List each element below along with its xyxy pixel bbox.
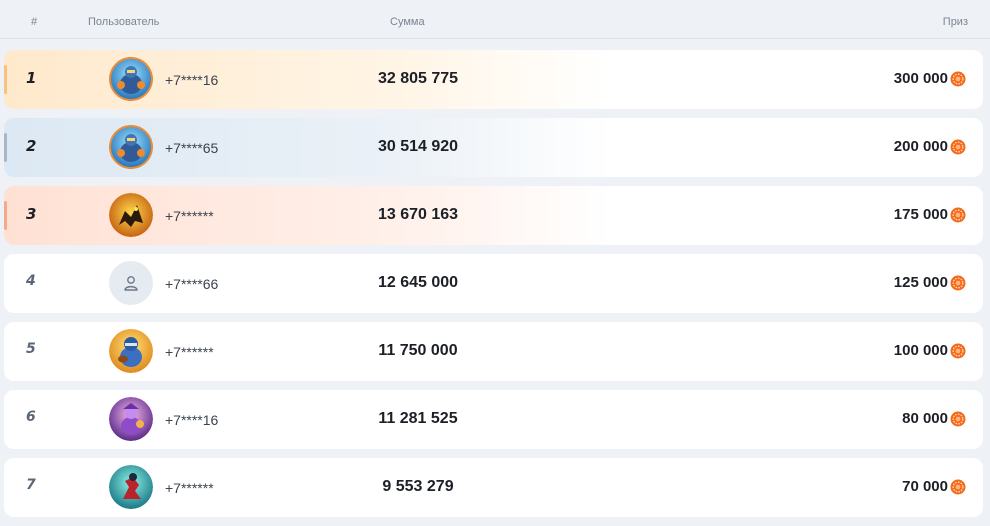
table-row: 5 +7****** 11 750 000 100 000 bbox=[4, 322, 983, 381]
prize-value: 175 000 bbox=[893, 206, 948, 223]
football-player-avatar bbox=[109, 329, 153, 373]
prize-value: 200 000 bbox=[893, 138, 948, 155]
prize-value: 70 000 bbox=[902, 478, 948, 495]
amount-value: 32 805 775 bbox=[377, 70, 459, 87]
avatar bbox=[109, 125, 153, 169]
avatar bbox=[109, 261, 153, 305]
rank-number: 5 bbox=[26, 341, 36, 357]
user-phone: +7****16 bbox=[165, 72, 219, 88]
avatar bbox=[109, 193, 153, 237]
avatar bbox=[109, 397, 153, 441]
avatar bbox=[109, 57, 153, 101]
user-phone: +7****** bbox=[165, 208, 214, 224]
blue-warrior-avatar bbox=[109, 125, 153, 169]
header-rank: # bbox=[31, 16, 38, 28]
amount-value: 11 281 525 bbox=[378, 410, 458, 427]
table-row: 2 +7****65 30 514 920 200 000 bbox=[4, 118, 983, 177]
place-accent-bar bbox=[4, 65, 7, 94]
coin-icon bbox=[950, 207, 966, 223]
table-row: 1 +7****16 32 805 775 300 000 bbox=[4, 50, 983, 109]
coin-icon bbox=[950, 411, 966, 427]
header-sum: Сумма bbox=[390, 16, 425, 28]
header-user: Пользователь bbox=[88, 16, 160, 28]
amount-value: 13 670 163 bbox=[377, 206, 459, 223]
user-phone: +7****** bbox=[165, 344, 214, 360]
avatar bbox=[109, 329, 153, 373]
rank-number: 1 bbox=[26, 69, 37, 87]
user-phone: +7****65 bbox=[165, 140, 219, 156]
coin-icon bbox=[950, 275, 966, 291]
avatar bbox=[109, 465, 153, 509]
amount-value: 9 553 279 bbox=[382, 478, 454, 495]
red-runner-avatar bbox=[109, 465, 153, 509]
user-phone: +7****16 bbox=[165, 412, 219, 428]
prize-value: 100 000 bbox=[893, 342, 948, 359]
amount-value: 11 750 000 bbox=[378, 342, 458, 359]
header-prize: Приз bbox=[942, 16, 968, 28]
coin-icon bbox=[950, 139, 966, 155]
blue-warrior-avatar bbox=[109, 57, 153, 101]
coin-icon bbox=[950, 343, 966, 359]
table-header: # Пользователь Сумма Приз bbox=[0, 0, 990, 39]
table-row: 4 +7****66 12 645 000 125 000 bbox=[4, 254, 983, 313]
prize-value: 300 000 bbox=[893, 70, 948, 87]
yellow-beast-avatar bbox=[109, 193, 153, 237]
user-phone: +7****66 bbox=[165, 276, 219, 292]
coin-icon bbox=[950, 71, 966, 87]
place-accent-bar bbox=[4, 133, 7, 162]
amount-value: 12 645 000 bbox=[377, 274, 459, 291]
amount-value: 30 514 920 bbox=[377, 138, 459, 155]
prize-value: 80 000 bbox=[902, 410, 948, 427]
place-accent-bar bbox=[4, 201, 7, 230]
leaderboard-rows: 1 +7****16 32 805 775 300 000 2 +7****65… bbox=[4, 50, 983, 526]
user-phone: +7****** bbox=[165, 480, 214, 496]
leaderboard: # Пользователь Сумма Приз 1 +7****16 32 … bbox=[0, 0, 990, 526]
rank-number: 4 bbox=[26, 273, 36, 289]
rank-number: 2 bbox=[26, 137, 37, 155]
prize-value: 125 000 bbox=[893, 274, 948, 291]
rank-number: 7 bbox=[26, 477, 36, 493]
rank-number: 6 bbox=[26, 409, 36, 425]
rank-number: 3 bbox=[26, 205, 37, 223]
user-icon bbox=[124, 276, 138, 291]
coin-icon bbox=[950, 479, 966, 495]
table-row: 6 +7****16 11 281 525 80 000 bbox=[4, 390, 983, 449]
table-row: 3 +7****** 13 670 163 175 000 bbox=[4, 186, 983, 245]
table-row: 7 +7****** 9 553 279 70 000 bbox=[4, 458, 983, 517]
purple-hero-avatar bbox=[109, 397, 153, 441]
